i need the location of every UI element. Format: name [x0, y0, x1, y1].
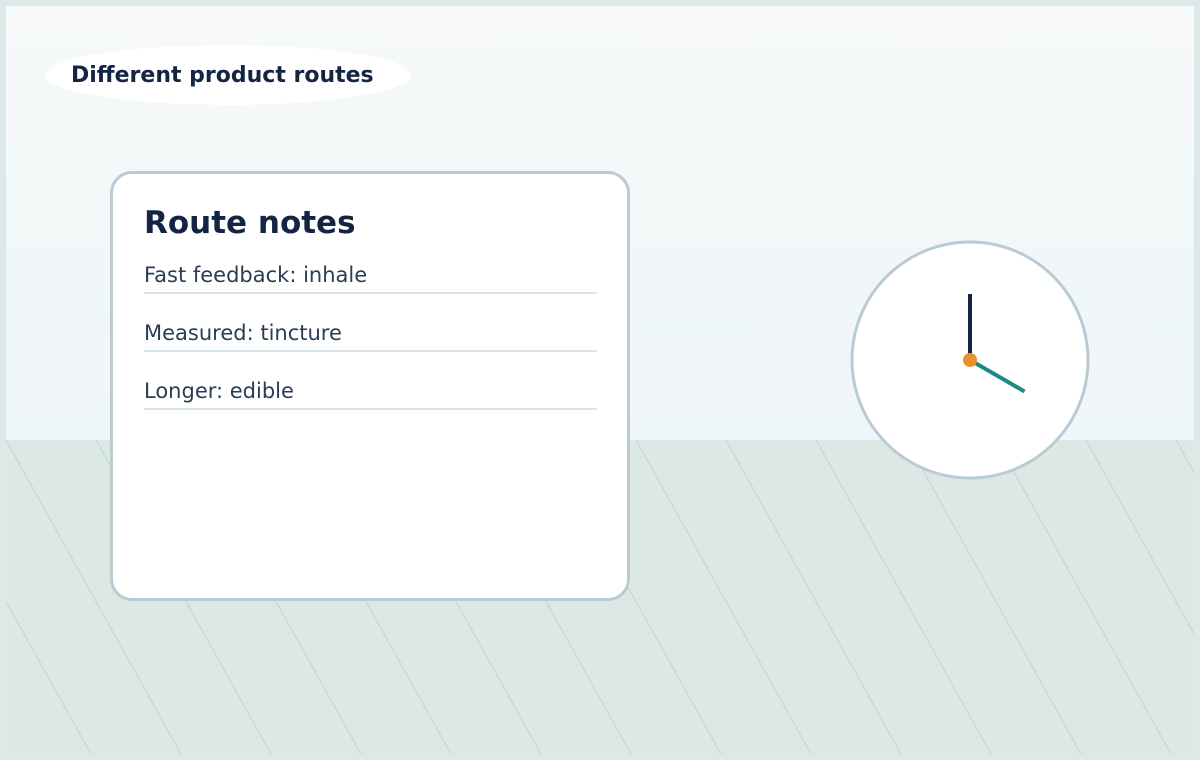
card-heading: Route notes	[144, 205, 356, 241]
note-item-tincture: Measured: tincture	[144, 320, 597, 352]
floor-stripe	[6, 600, 92, 754]
floor-stripe	[635, 440, 812, 754]
note-item-edible: Longer: edible	[144, 378, 597, 410]
floor-stripe	[725, 440, 902, 754]
floor-stripe	[815, 440, 992, 754]
floor-stripe	[1175, 440, 1194, 474]
route-notes-card: Route notes Fast feedback: inhale Measur…	[110, 171, 630, 601]
wall-clock	[850, 240, 1090, 480]
scene: Different product routes Route notes Fas…	[0, 0, 1200, 760]
floor-stripe	[905, 440, 1082, 754]
floor-stripe	[995, 440, 1172, 754]
title-pill: Different product routes	[45, 45, 411, 105]
floor-stripe	[1085, 440, 1194, 636]
note-item-inhale: Fast feedback: inhale	[144, 262, 597, 294]
page-title: Different product routes	[71, 62, 374, 88]
clock-center-dot	[963, 353, 977, 367]
